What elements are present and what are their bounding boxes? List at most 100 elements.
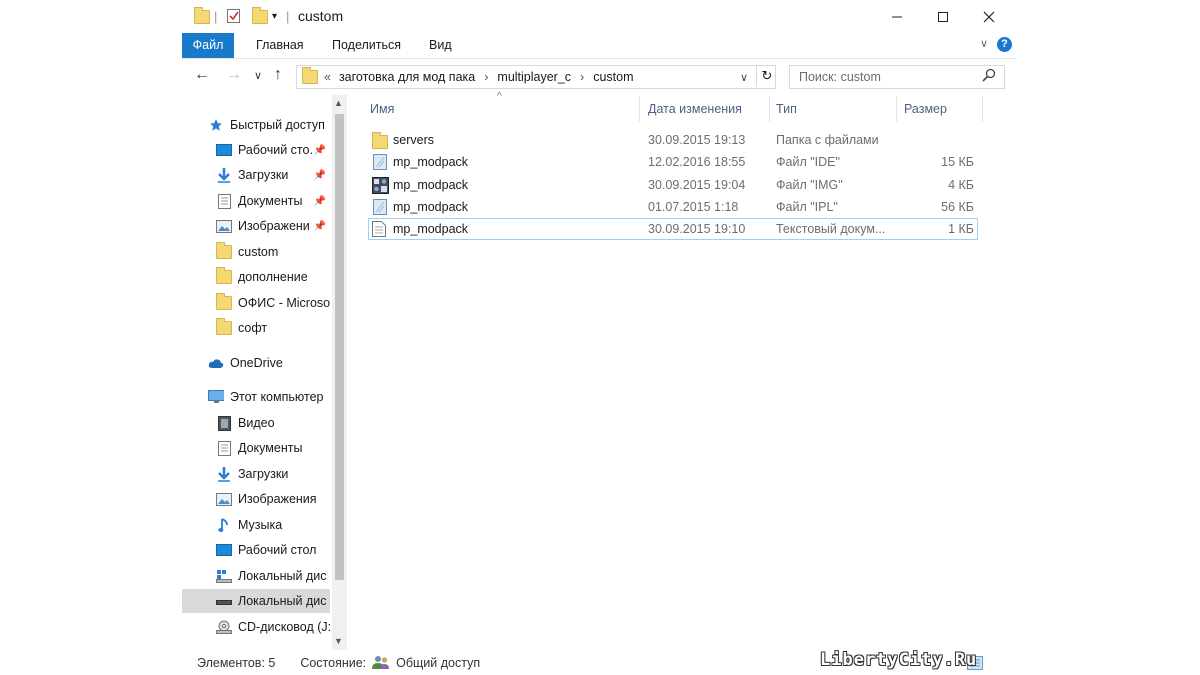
cloud-icon [208, 356, 224, 370]
download-arrow-icon [216, 467, 232, 482]
minimize-button[interactable] [874, 0, 920, 33]
file-row[interactable]: mp_modpack 12.02.2016 18:55 Файл "IDE" 1… [368, 151, 978, 173]
pin-icon[interactable]: 📌 [314, 170, 326, 181]
windows-drive-icon [216, 569, 232, 583]
navigation-bar: ← → ∨ ↑ « заготовка для мод пака › multi… [182, 60, 1016, 93]
sidebar-item-onedrive[interactable]: OneDrive [208, 351, 348, 375]
sidebar-item-pictures[interactable]: Изображени 📌 [216, 214, 328, 238]
cd-drive-icon [216, 620, 232, 634]
sidebar-item-pc-downloads[interactable]: Загрузки [216, 462, 348, 486]
address-prefix[interactable]: « [324, 70, 331, 84]
sidebar-item-quick-access[interactable]: Быстрый доступ [208, 113, 348, 137]
sidebar-item-music[interactable]: Музыка [216, 513, 348, 537]
scrollbar-thumb[interactable] [335, 114, 344, 580]
file-size: 15 КБ [941, 155, 974, 169]
scroll-up-icon[interactable]: ▲ [334, 98, 343, 108]
address-bar[interactable]: « заготовка для мод пака › multiplayer_c… [296, 65, 776, 89]
sidebar-item-custom[interactable]: custom [216, 240, 348, 264]
maximize-button[interactable] [920, 0, 966, 33]
sidebar-item-documents[interactable]: Документы 📌 [216, 189, 328, 213]
breadcrumb-item[interactable]: custom [593, 70, 633, 84]
sidebar-item-cd-drive[interactable]: CD-дисковод (J: [216, 615, 330, 639]
video-icon [216, 415, 232, 431]
file-date: 01.07.2015 1:18 [648, 200, 739, 214]
pin-icon[interactable]: 📌 [314, 221, 326, 232]
column-header-type[interactable]: Тип [776, 96, 896, 122]
sidebar-item-downloads[interactable]: Загрузки 📌 [216, 163, 328, 187]
file-date: 30.09.2015 19:13 [648, 133, 746, 147]
file-row-focused[interactable]: mp_modpack 30.09.2015 19:10 Текстовый до… [368, 218, 978, 240]
tab-share[interactable]: Поделиться [320, 33, 413, 58]
folder-icon [372, 132, 388, 149]
file-row[interactable]: mp_modpack 30.09.2015 19:04 Файл "IMG" 4… [368, 174, 978, 196]
pictures-icon [216, 492, 232, 506]
breadcrumb-separator-icon[interactable]: › [580, 70, 584, 84]
recent-locations-icon[interactable]: ∨ [254, 69, 262, 82]
file-name: mp_modpack [393, 155, 469, 169]
scroll-down-icon[interactable]: ▼ [334, 636, 343, 646]
img-archive-icon [372, 177, 389, 194]
title-bar: | ▾ | custom [182, 0, 1016, 33]
item-count: Элементов: 5 [197, 656, 276, 670]
column-header-date[interactable]: Дата изменения [648, 96, 768, 122]
up-button[interactable]: ↑ [274, 66, 282, 84]
sidebar-item-label: custom [238, 245, 279, 259]
breadcrumb-separator-icon[interactable]: › [484, 70, 488, 84]
breadcrumb-item[interactable]: заготовка для мод пака [339, 70, 475, 84]
column-divider[interactable] [896, 96, 897, 122]
shared-users-icon [371, 655, 390, 673]
column-header-size[interactable]: Размер [904, 96, 984, 122]
expand-ribbon-icon[interactable]: ∨ [980, 37, 988, 50]
properties-icon[interactable] [227, 8, 241, 25]
sidebar-item-label: Загрузки [238, 467, 289, 481]
sidebar-item-office[interactable]: ОФИС - Microso [216, 291, 330, 315]
sidebar-item-pc-pictures[interactable]: Изображения [216, 487, 348, 511]
desktop-icon [216, 543, 232, 557]
new-folder-icon[interactable] [252, 6, 268, 25]
sidebar-item-pc-documents[interactable]: Документы [216, 436, 348, 460]
sidebar-item-local-disk-c[interactable]: Локальный дис [216, 564, 330, 588]
sidebar-item-label: Документы [238, 441, 303, 455]
file-row[interactable]: mp_modpack 01.07.2015 1:18 Файл "IPL" 56… [368, 196, 978, 218]
column-header-name[interactable]: Имя [370, 96, 638, 122]
address-dropdown-icon[interactable]: ∨ [740, 71, 748, 84]
close-button[interactable] [966, 0, 1012, 33]
download-arrow-icon [216, 168, 232, 183]
tab-file[interactable]: Файл [182, 33, 234, 58]
back-button[interactable]: ← [194, 66, 210, 84]
column-divider[interactable] [769, 96, 770, 122]
column-divider[interactable] [639, 96, 640, 122]
file-type: Файл "IMG" [776, 178, 843, 192]
file-size [908, 129, 974, 151]
sidebar-item-label: Рабочий стол [238, 543, 317, 557]
separator: | [214, 9, 218, 24]
search-input[interactable]: Поиск: custom [789, 65, 1005, 89]
forward-button[interactable]: → [226, 66, 242, 84]
file-row[interactable]: servers 30.09.2015 19:13 Папка с файлами [368, 129, 978, 151]
qat-dropdown-icon[interactable]: ▾ [272, 8, 277, 25]
folder-icon [216, 293, 232, 310]
sidebar-item-local-disk-d[interactable]: Локальный дис [182, 589, 330, 613]
search-icon[interactable] [982, 68, 996, 85]
sidebar-item-label: Быстрый доступ [230, 118, 325, 132]
column-divider[interactable] [982, 96, 983, 122]
sidebar-item-this-pc[interactable]: Этот компьютер [208, 385, 348, 409]
file-size: 4 КБ [948, 178, 974, 192]
sidebar-item-desktop[interactable]: Рабочий сто. 📌 [216, 138, 328, 162]
help-icon[interactable]: ? [997, 37, 1012, 52]
file-type: Файл "IPL" [776, 200, 838, 214]
pictures-icon [216, 219, 232, 233]
sidebar-item-videos[interactable]: Видео [216, 411, 348, 435]
sidebar-item-label: Загрузки [238, 168, 289, 182]
refresh-button[interactable]: ↻ [756, 65, 777, 87]
sidebar-item-soft[interactable]: софт [216, 316, 348, 340]
sidebar-item-pc-desktop[interactable]: Рабочий стол [216, 538, 348, 562]
sidebar-item-addition[interactable]: дополнение [216, 265, 348, 289]
pin-icon[interactable]: 📌 [314, 196, 326, 207]
sidebar-item-label: ОФИС - Microso [238, 296, 330, 310]
file-type: Папка с файлами [776, 133, 879, 147]
tab-view[interactable]: Вид [417, 33, 464, 58]
pin-icon[interactable]: 📌 [314, 145, 326, 156]
breadcrumb-item[interactable]: multiplayer_c [497, 70, 571, 84]
tab-home[interactable]: Главная [244, 33, 316, 58]
